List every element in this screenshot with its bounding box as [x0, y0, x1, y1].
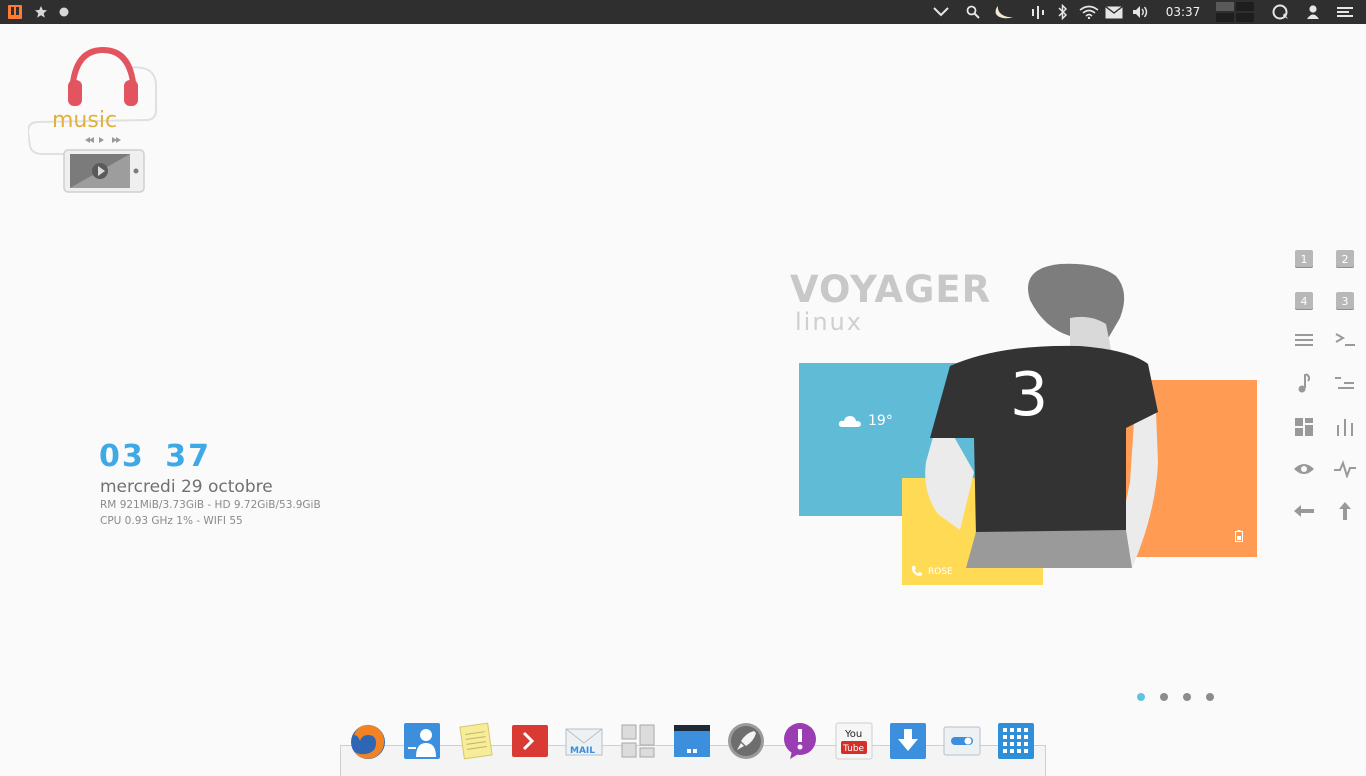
- eye-icon[interactable]: [1292, 457, 1316, 481]
- music-title: music: [52, 108, 118, 133]
- workspace-1-button[interactable]: 1: [1292, 247, 1316, 271]
- top-panel: 03:37: [0, 0, 1366, 24]
- wallpaper-subtitle: linux: [795, 308, 863, 336]
- youtube-icon[interactable]: You Tube: [834, 721, 874, 761]
- settings-toggle-icon[interactable]: [942, 721, 982, 761]
- system-stats-cpu: CPU 0.93 GHz 1% - WIFI 55: [100, 515, 243, 527]
- pulse-icon[interactable]: [1333, 457, 1357, 481]
- wifi-icon[interactable]: [1078, 0, 1100, 24]
- system-stats-memory: RM 921MiB/3.73GiB - HD 9.72GiB/53.9GiB: [100, 499, 321, 511]
- cloud-icon: [838, 416, 861, 427]
- messages-icon[interactable]: [780, 721, 820, 761]
- clock-hours: 03: [99, 439, 145, 474]
- app-menu-icon[interactable]: [6, 0, 24, 24]
- battery-icon: [1235, 530, 1243, 542]
- list-icon[interactable]: [1292, 328, 1316, 352]
- youtube-label-bottom: Tube: [842, 744, 865, 754]
- workspace-4-button[interactable]: 4: [1292, 289, 1316, 313]
- search-icon[interactable]: [963, 0, 983, 24]
- pager-dot-3[interactable]: [1183, 693, 1191, 701]
- mail-app-label: MAIL: [570, 746, 595, 756]
- menu-icon[interactable]: [1334, 0, 1356, 24]
- workspace-1-key: 1: [1295, 250, 1313, 268]
- shirt-number: 3: [1010, 360, 1049, 430]
- bars-chart-icon[interactable]: [1333, 415, 1357, 439]
- arrow-left-icon[interactable]: [1292, 499, 1316, 523]
- music-note-icon[interactable]: [1292, 371, 1316, 395]
- layout-icon[interactable]: [618, 721, 658, 761]
- launcher-rocket-icon[interactable]: [726, 721, 766, 761]
- user-icon[interactable]: [1303, 0, 1323, 24]
- terminal-icon[interactable]: [1333, 328, 1357, 352]
- clock-time: 03 37: [99, 438, 211, 476]
- night-mode-icon[interactable]: [993, 0, 1017, 24]
- tree-icon[interactable]: [1333, 371, 1357, 395]
- notes-icon[interactable]: [456, 721, 496, 761]
- music-widget[interactable]: music: [26, 46, 160, 196]
- pager-dot-4[interactable]: [1206, 693, 1214, 701]
- workspace-3-key: 3: [1336, 292, 1354, 310]
- clock-minutes: 37: [165, 439, 211, 474]
- workspace-2-key: 2: [1336, 250, 1354, 268]
- workspace-3-button[interactable]: 3: [1333, 289, 1357, 313]
- panel-clock[interactable]: 03:37: [1160, 0, 1206, 24]
- workspace-switcher-icon[interactable]: [1214, 0, 1256, 24]
- youtube-label-top: You: [844, 729, 862, 740]
- pager-dot-1[interactable]: [1137, 693, 1145, 701]
- dot-icon[interactable]: [57, 0, 71, 24]
- contacts-icon[interactable]: [402, 721, 442, 761]
- mail-icon[interactable]: [1103, 0, 1125, 24]
- bluetooth-icon[interactable]: [1055, 0, 1071, 24]
- sync-icon[interactable]: [1269, 0, 1291, 24]
- weather-temperature: 19°: [868, 413, 893, 429]
- volume-meter-icon[interactable]: [1028, 0, 1048, 24]
- chevron-down-icon[interactable]: [931, 0, 951, 24]
- apps-grid-icon[interactable]: [996, 721, 1036, 761]
- firefox-icon[interactable]: [348, 721, 388, 761]
- favorites-star-icon[interactable]: [32, 0, 50, 24]
- tiles-icon[interactable]: [1292, 415, 1316, 439]
- arrow-up-icon[interactable]: [1333, 499, 1357, 523]
- speaker-icon[interactable]: [1130, 0, 1152, 24]
- downloads-icon[interactable]: [888, 721, 928, 761]
- clock-date: mercredi 29 octobre: [100, 477, 273, 497]
- terminal-app-icon[interactable]: [510, 721, 550, 761]
- workspace-4-key: 4: [1295, 292, 1313, 310]
- mail-app-icon[interactable]: MAIL: [564, 721, 604, 761]
- workspace-2-button[interactable]: 2: [1333, 247, 1357, 271]
- calendar-icon[interactable]: [672, 721, 712, 761]
- pager-dot-2[interactable]: [1160, 693, 1168, 701]
